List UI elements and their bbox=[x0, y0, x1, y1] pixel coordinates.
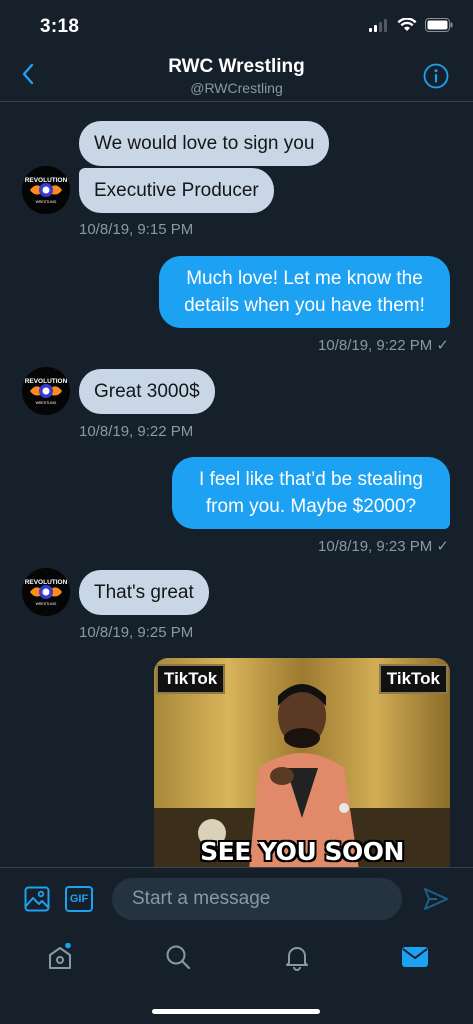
avatar-label-bottom: WRESTLING bbox=[36, 401, 57, 405]
add-image-button[interactable] bbox=[24, 886, 50, 912]
avatar-label-top: REVOLUTION bbox=[25, 378, 68, 385]
revolution-logo-icon: REVOLUTION WRESTLING bbox=[22, 568, 70, 616]
home-icon bbox=[49, 942, 71, 969]
message-line: details when you have them! bbox=[184, 295, 425, 316]
bottom-tab-bar bbox=[0, 929, 473, 1024]
conversation-header: RWC Wrestling @RWCrestling bbox=[0, 50, 473, 102]
sender-avatar[interactable]: REVOLUTION WRESTLING bbox=[22, 367, 70, 415]
sender-avatar[interactable]: REVOLUTION WRESTLING bbox=[22, 568, 70, 616]
status-icons bbox=[369, 18, 453, 32]
image-icon bbox=[24, 886, 50, 912]
search-icon bbox=[166, 945, 191, 970]
conversation-title: RWC Wrestling bbox=[168, 56, 305, 77]
outgoing-message[interactable]: I feel like that’d be stealing from you.… bbox=[172, 457, 450, 529]
messages-icon bbox=[402, 947, 428, 967]
status-bar: 3:18 bbox=[0, 0, 473, 50]
message-timestamp: 10/8/19, 9:25 PM bbox=[79, 624, 194, 641]
sender-avatar[interactable]: REVOLUTION WRESTLING bbox=[22, 166, 70, 214]
message-input-placeholder: Start a message bbox=[132, 888, 271, 909]
message-input[interactable]: Start a message bbox=[112, 878, 402, 920]
message-timestamp: 10/8/19, 9:22 PM bbox=[79, 423, 194, 440]
tiktok-watermark: TikTok bbox=[378, 664, 448, 694]
wifi-icon bbox=[397, 18, 417, 31]
tab-home[interactable] bbox=[46, 942, 74, 971]
incoming-message[interactable]: That's great bbox=[79, 570, 209, 615]
avatar-label-top: REVOLUTION bbox=[25, 579, 68, 586]
message-timestamp: 10/8/19, 9:15 PM bbox=[79, 221, 194, 238]
tab-messages[interactable] bbox=[401, 945, 429, 969]
status-time: 3:18 bbox=[40, 16, 80, 37]
tiktok-watermark: TikTok bbox=[156, 664, 226, 694]
message-line: Much love! Let me know the bbox=[186, 268, 423, 289]
message-timestamp: 10/8/19, 9:23 PM ✓ bbox=[318, 538, 449, 555]
message-line: I feel like that’d be stealing bbox=[199, 469, 423, 490]
avatar-label-top: REVOLUTION bbox=[25, 177, 68, 184]
incoming-message[interactable]: Great 3000$ bbox=[79, 369, 215, 414]
conversation-handle: @RWCrestling bbox=[190, 80, 283, 96]
info-icon bbox=[423, 63, 449, 89]
message-timestamp: 10/8/19, 9:22 PM ✓ bbox=[318, 337, 449, 354]
incoming-message[interactable]: Executive Producer bbox=[79, 168, 274, 213]
message-line: from you. Maybe $2000? bbox=[205, 496, 417, 517]
gif-icon: GIF bbox=[69, 893, 89, 905]
avatar-label-bottom: WRESTLING bbox=[36, 200, 57, 204]
home-indicator[interactable] bbox=[152, 1009, 320, 1014]
tab-notifications[interactable] bbox=[283, 943, 311, 971]
notifications-icon bbox=[286, 947, 308, 971]
outgoing-message[interactable]: Much love! Let me know the details when … bbox=[159, 256, 450, 328]
battery-icon bbox=[425, 18, 453, 32]
tab-search[interactable] bbox=[164, 943, 192, 971]
add-gif-button[interactable]: GIF bbox=[65, 886, 93, 912]
info-button[interactable] bbox=[423, 63, 451, 91]
gif-caption: SEE YOU SOON bbox=[200, 837, 404, 866]
send-button[interactable] bbox=[423, 886, 449, 912]
signal-icon bbox=[369, 18, 387, 32]
message-thread: We would love to sign you Executive Prod… bbox=[0, 103, 473, 867]
revolution-logo-icon: REVOLUTION WRESTLING bbox=[22, 367, 70, 415]
gif-message[interactable]: TikTok TikTok SEE YOU SOON bbox=[154, 658, 450, 867]
revolution-logo-icon: REVOLUTION WRESTLING bbox=[22, 166, 70, 214]
avatar-label-bottom: WRESTLING bbox=[36, 602, 57, 606]
send-icon bbox=[424, 888, 448, 910]
incoming-message[interactable]: We would love to sign you bbox=[79, 121, 330, 166]
message-composer: GIF Start a message bbox=[0, 867, 473, 929]
